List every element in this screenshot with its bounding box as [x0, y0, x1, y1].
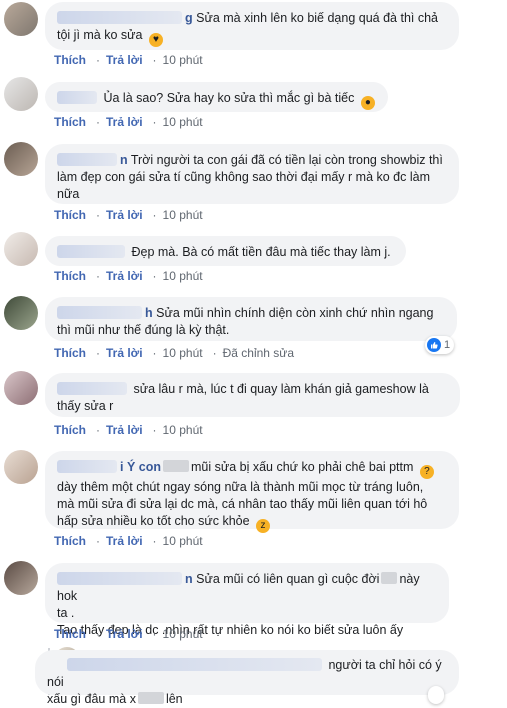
smiling-face-with-hearts-icon: ♥: [148, 33, 163, 47]
commenter-name-tail[interactable]: n: [120, 153, 128, 167]
comment-bubble: Đẹp mà. Bà có mất tiền đâu mà tiếc thay …: [45, 236, 406, 266]
timestamp[interactable]: 10 phút: [163, 269, 203, 283]
timestamp[interactable]: 10 phút: [163, 534, 203, 548]
comment-text: Ủa là sao? Sửa hay ko sửa thì mắc gì bà …: [103, 91, 355, 105]
comment-bubble: Ủa là sao? Sửa hay ko sửa thì mắc gì bà …: [45, 82, 388, 112]
reply-link[interactable]: Trả lời: [106, 346, 143, 360]
comment-text: Trời người ta con gái đã có tiền lại còn…: [130, 153, 443, 167]
commenter-name[interactable]: [57, 306, 142, 319]
commenter-name[interactable]: [67, 658, 322, 671]
reply-link[interactable]: Trả lời: [106, 627, 143, 641]
comment-bubble: người ta chỉ hỏi có ý nói xấu gì đâu mà …: [35, 650, 459, 706]
redacted-text: [162, 460, 189, 472]
sleepy-face-icon: z: [256, 519, 271, 533]
comment-bubble: sửa lâu r mà, lúc t đi quay làm khán giả…: [45, 373, 460, 417]
timestamp[interactable]: 10 phút: [163, 115, 203, 129]
redacted-text: [137, 692, 164, 704]
reply-link[interactable]: Trả lời: [106, 115, 143, 129]
redacted-text: [381, 572, 398, 584]
worried-face-icon: ●: [360, 96, 375, 110]
comment-text: lên: [165, 692, 183, 706]
commenter-name[interactable]: [57, 153, 117, 166]
reply-link[interactable]: Trả lời: [106, 269, 143, 283]
avatar[interactable]: [4, 2, 38, 36]
timestamp[interactable]: 10 phút: [163, 627, 203, 641]
comment-text: thì mũi như thế đúng là kỳ thật.: [57, 323, 230, 337]
reply-link[interactable]: Trả lời: [106, 53, 143, 67]
comment-text: xấu gì đâu mà x: [47, 692, 136, 706]
comment-text: Sửa mũi nhìn chính diện còn xinh chứ nhì…: [156, 306, 434, 320]
commenter-name-tail[interactable]: h: [145, 306, 153, 320]
like-link[interactable]: Thích: [54, 534, 86, 548]
comment-bubble: h Sửa mũi nhìn chính diện còn xinh chứ n…: [45, 297, 457, 341]
avatar[interactable]: [4, 450, 38, 484]
comment-text: sửa lâu r mà, lúc t đi quay làm khán giả…: [133, 382, 429, 396]
comment-text: Sửa mà xinh lên ko biế dạng quá đà thì c…: [196, 11, 438, 25]
comment-text: nữa: [57, 187, 80, 201]
timestamp[interactable]: 10 phút: [163, 208, 203, 222]
comment-text: mà mũi sửa đi sửa lại dc mà, cá nhân tao…: [57, 497, 428, 511]
comment-text: mũi sửa bị xấu chứ ko phải chê bai pttm: [190, 460, 414, 474]
comment-text: làm đẹp con gái sửa tí cũng không sao th…: [57, 170, 430, 184]
comment-actions: Thích · Trả lời · 10 phút: [54, 208, 203, 222]
timestamp[interactable]: 10 phút: [163, 346, 203, 360]
comment-actions: Thích · Trả lời · 10 phút: [54, 269, 203, 283]
comment-actions: Thích · Trả lời · 10 phút: [54, 53, 203, 67]
comment-text: Đẹp mà. Bà có mất tiền đâu mà tiếc thay …: [131, 245, 391, 259]
commenter-name-tail[interactable]: n: [185, 572, 193, 586]
comment-text: tội jì mà ko sửa: [57, 28, 143, 42]
comment-actions: Thích · Trả lời · 10 phút: [54, 534, 203, 548]
comment-bubble: g Sửa mà xinh lên ko biế dạng quá đà thì…: [45, 2, 459, 50]
like-link[interactable]: Thích: [54, 627, 86, 641]
edited-label[interactable]: Đã chỉnh sửa: [223, 346, 294, 360]
like-link[interactable]: Thích: [54, 115, 86, 129]
like-link[interactable]: Thích: [54, 269, 86, 283]
avatar[interactable]: [4, 371, 38, 405]
reply-link[interactable]: Trả lời: [106, 534, 143, 548]
reaction-badge[interactable]: [428, 686, 444, 704]
avatar[interactable]: [4, 142, 38, 176]
comment-text: dày thêm một chút ngay sóng nữa là thành…: [57, 480, 424, 494]
like-link[interactable]: Thích: [54, 346, 86, 360]
comment-text: hấp sửa nhiều ko tốt cho sức khỏe: [57, 514, 250, 528]
comment-text: ta .: [57, 606, 75, 620]
avatar[interactable]: [4, 232, 38, 266]
commenter-name[interactable]: [57, 460, 117, 473]
commenter-name[interactable]: [57, 572, 182, 585]
comment-bubble: n Trời người ta con gái đã có tiền lại c…: [45, 144, 459, 204]
like-link[interactable]: Thích: [54, 53, 86, 67]
timestamp[interactable]: 10 phút: [163, 53, 203, 67]
avatar[interactable]: [4, 296, 38, 330]
comment-bubble: n Sửa mũi có liên quan gì cuộc đời này ho…: [45, 563, 449, 637]
comment-actions: Thích · Trả lời · 10 phút · Đã chỉnh sửa: [54, 346, 294, 360]
commenter-name[interactable]: [57, 11, 182, 24]
reply-link[interactable]: Trả lời: [106, 208, 143, 222]
avatar[interactable]: [4, 77, 38, 111]
comment-text: Sửa mũi có liên quan gì cuộc đời: [196, 572, 380, 586]
commenter-name[interactable]: [57, 382, 127, 395]
commenter-name-tail[interactable]: g: [185, 11, 193, 25]
like-link[interactable]: Thích: [54, 208, 86, 222]
comment-actions: Thích · Trả lời · 10 phút: [54, 115, 203, 129]
comment-bubble: i Ý con mũi sửa bị xấu chứ ko phải chê ba…: [45, 451, 459, 533]
reaction-count: 1: [444, 339, 451, 351]
thumbs-up-icon: [427, 338, 441, 352]
commenter-name-tail[interactable]: i Ý con: [120, 460, 161, 474]
commenter-name[interactable]: [57, 245, 125, 258]
avatar[interactable]: [4, 561, 38, 595]
comment-text: thấy sửa r: [57, 399, 114, 413]
reply-link[interactable]: Trả lời: [106, 423, 143, 437]
timestamp[interactable]: 10 phút: [163, 423, 203, 437]
reaction-badge[interactable]: 1: [425, 336, 455, 354]
comment-actions: Thích · Trả lời · 10 phút: [54, 627, 203, 641]
like-link[interactable]: Thích: [54, 423, 86, 437]
thinking-face-icon: ?: [419, 465, 434, 479]
comment-actions: Thích · Trả lời · 10 phút: [54, 423, 203, 437]
commenter-name[interactable]: [57, 91, 97, 104]
